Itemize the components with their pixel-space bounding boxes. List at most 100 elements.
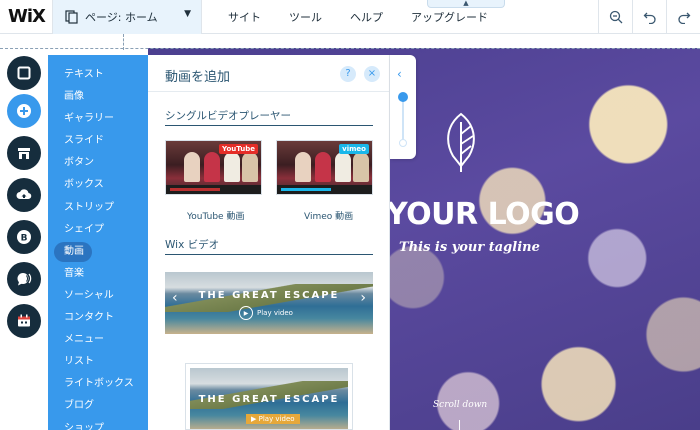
category-menu[interactable]: メニュー	[48, 329, 148, 351]
upload-icon	[16, 189, 32, 200]
section-wix-video-title: Wix ビデオ	[165, 239, 220, 251]
video-controls	[277, 185, 372, 194]
collapse-toolbar-tab[interactable]: ▲	[427, 0, 505, 8]
menu-site[interactable]: サイト	[228, 9, 261, 25]
category-shape[interactable]: シェイプ	[48, 219, 148, 241]
wix-video-strip-thumbnail[interactable]: THE GREAT ESCAPE ▶ Play video ‹ ›	[165, 272, 373, 334]
store-icon	[18, 148, 30, 159]
youtube-video-thumbnail[interactable]: YouTube	[165, 140, 262, 195]
section-divider	[165, 125, 373, 126]
next-arrow-icon: ›	[360, 290, 366, 306]
section-nav-dot-active[interactable]	[398, 92, 408, 102]
menu-help[interactable]: ヘルプ	[350, 9, 383, 25]
category-button[interactable]: ボタン	[48, 152, 148, 174]
category-gallery[interactable]: ギャラリー	[48, 108, 148, 130]
section-nav-dot[interactable]	[399, 139, 407, 147]
play-video-label: Play video	[257, 309, 293, 317]
wix-video-box-thumbnail[interactable]: THE GREAT ESCAPE ▶ Play video	[185, 363, 353, 430]
rail-add-button[interactable]	[7, 94, 41, 128]
category-social[interactable]: ソーシャル	[48, 285, 148, 307]
menu-upgrade[interactable]: アップグレード	[411, 9, 488, 25]
category-list[interactable]: リスト	[48, 351, 148, 373]
blog-icon: B	[17, 230, 31, 244]
help-button[interactable]: ?	[340, 66, 356, 82]
site-logo-text[interactable]: YOUR LOGO	[386, 197, 580, 232]
video-person	[353, 152, 369, 182]
toolbar-right	[598, 0, 700, 34]
category-blog[interactable]: ブログ	[48, 395, 148, 417]
redo-button[interactable]	[666, 0, 700, 34]
video-person	[295, 152, 311, 182]
section-divider	[165, 254, 373, 255]
youtube-video-label[interactable]: YouTube 動画	[187, 209, 244, 222]
site-tagline[interactable]: This is your tagline	[399, 240, 540, 255]
play-icon: ▶	[251, 415, 259, 423]
undo-icon	[643, 12, 656, 24]
chevron-down-icon: ▼	[184, 9, 191, 19]
top-bar: WiX ページ: ホーム ▼ サイト ツール ヘルプ アップグレード ▲	[0, 0, 700, 34]
zoom-out-icon	[609, 10, 622, 24]
rail-store-button[interactable]	[7, 136, 41, 170]
vimeo-badge: vimeo	[339, 144, 369, 154]
section-single-player-title: シングルビデオプレーヤー	[165, 110, 291, 122]
panel-title: 動画を追加	[165, 70, 231, 85]
menu-tools[interactable]: ツール	[289, 9, 322, 25]
vimeo-video-label[interactable]: Vimeo 動画	[304, 209, 353, 222]
close-button[interactable]: ×	[364, 66, 380, 82]
category-contact[interactable]: コンタクト	[48, 307, 148, 329]
wix-logo[interactable]: WiX	[8, 6, 46, 27]
rail-blog-button[interactable]: B	[7, 220, 41, 254]
add-icon	[17, 104, 31, 118]
video-person	[184, 152, 200, 182]
panel-header: 動画を追加 ? ×	[148, 55, 389, 92]
video-person	[204, 152, 220, 182]
play-video-label: Play video	[258, 415, 295, 423]
video-preview-frame: THE GREAT ESCAPE ▶ Play video	[190, 368, 348, 429]
category-image[interactable]: 画像	[48, 86, 148, 108]
background-icon	[17, 66, 31, 80]
rail-background-button[interactable]	[7, 56, 41, 90]
category-box[interactable]: ボックス	[48, 174, 148, 196]
undo-button[interactable]	[632, 0, 666, 34]
category-lightbox[interactable]: ライトボックス	[48, 373, 148, 395]
section-nav-track	[402, 95, 404, 145]
rail-chat-button[interactable]	[7, 262, 41, 296]
category-music[interactable]: 音楽	[48, 263, 148, 285]
video-person	[315, 152, 331, 182]
category-slideshow[interactable]: スライド	[48, 130, 148, 152]
add-categories-list: テキスト 画像 ギャラリー スライド ボタン ボックス ストリップ シェイプ 動…	[48, 55, 148, 430]
pages-icon	[65, 10, 78, 24]
category-strip[interactable]: ストリップ	[48, 197, 148, 219]
rail-calendar-button[interactable]	[7, 304, 41, 338]
page-selector[interactable]: ページ: ホーム ▼	[52, 0, 202, 34]
panel-section-nav: ‹	[390, 55, 416, 159]
feather-logo-icon[interactable]	[441, 112, 481, 174]
scroll-down-line	[459, 420, 460, 430]
category-store[interactable]: ショップ	[48, 418, 148, 430]
zoom-out-button[interactable]	[598, 0, 632, 34]
svg-text:B: B	[21, 234, 28, 244]
category-video[interactable]: 動画	[48, 241, 148, 263]
video-person	[242, 152, 258, 182]
video-preview-image	[165, 272, 373, 334]
youtube-badge: YouTube	[219, 144, 258, 154]
page-selector-label: ページ: ホーム	[85, 11, 158, 24]
escape-title: THE GREAT ESCAPE	[198, 290, 340, 301]
rail-upload-button[interactable]	[7, 178, 41, 212]
video-controls	[166, 185, 261, 194]
header-guide-line	[0, 48, 700, 49]
collapse-arrow-icon[interactable]: ‹	[397, 67, 402, 81]
vimeo-video-thumbnail[interactable]: vimeo	[276, 140, 373, 195]
add-video-panel: 動画を追加 ? × シングルビデオプレーヤー YouTube YouTube 動…	[148, 55, 390, 430]
video-person	[224, 152, 240, 182]
category-text[interactable]: テキスト	[48, 64, 148, 86]
left-rail: B	[0, 50, 48, 430]
escape-title: THE GREAT ESCAPE	[198, 394, 340, 405]
chevron-up-icon: ▲	[463, 0, 469, 7]
play-icon: ▶	[239, 306, 253, 320]
video-person	[335, 152, 351, 182]
redo-icon	[677, 12, 690, 24]
play-video-button: ▶ Play video	[239, 306, 293, 320]
chat-icon	[17, 273, 32, 286]
scroll-down-text[interactable]: Scroll down	[433, 400, 487, 410]
